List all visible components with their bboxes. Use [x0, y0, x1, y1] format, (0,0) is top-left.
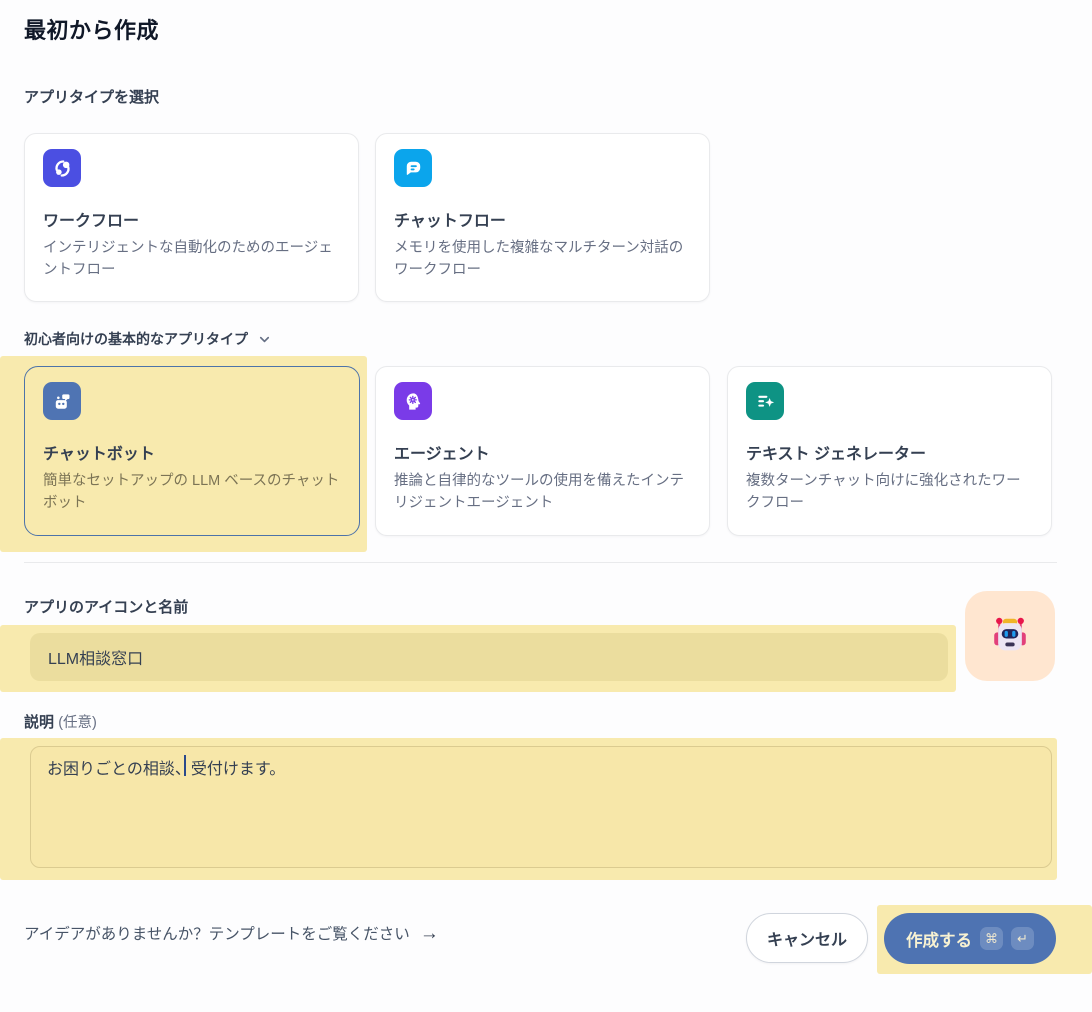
arrow-right-icon: →	[420, 924, 439, 943]
card-chatflow[interactable]: チャットフロー メモリを使用した複雑なマルチターン対話のワークフロー	[375, 133, 710, 302]
text-generator-icon	[746, 382, 784, 420]
app-name-input[interactable]	[30, 633, 948, 681]
agent-icon	[394, 382, 432, 420]
create-button[interactable]: 作成する ⌘ ↵	[884, 913, 1056, 964]
card-agent[interactable]: エージェント 推論と自律的なツールの使用を備えたインテリジェントエージェント	[375, 366, 710, 536]
card-description: 簡単なセットアップの LLM ベースのチャットボット	[43, 470, 341, 515]
enter-key-icon: ↵	[1011, 927, 1034, 950]
cancel-button-label: キャンセル	[767, 926, 847, 950]
cancel-button[interactable]: キャンセル	[746, 913, 868, 963]
card-description: 複数ターンチャット向けに強化されたワークフロー	[746, 470, 1033, 515]
card-text-generator[interactable]: テキスト ジェネレーター 複数ターンチャット向けに強化されたワークフロー	[727, 366, 1052, 536]
create-button-label: 作成する	[906, 927, 972, 951]
card-title: チャットボット	[43, 440, 341, 464]
card-title: テキスト ジェネレーター	[746, 440, 1033, 464]
description-label: 説明	[24, 714, 54, 731]
card-description: メモリを使用した複雑なマルチターン対話のワークフロー	[394, 237, 691, 282]
chatflow-icon	[394, 149, 432, 187]
description-section-label: 説明 (任意)	[24, 711, 97, 732]
robot-emoji-icon	[977, 603, 1043, 669]
page-title: 最初から作成	[24, 13, 159, 45]
card-description: インテリジェントな自動化のためのエージェントフロー	[43, 237, 340, 282]
description-optional-label: (任意)	[58, 715, 97, 731]
card-chatbot-selected[interactable]: チャットボット 簡単なセットアップの LLM ベースのチャットボット	[24, 366, 360, 536]
card-description: 推論と自律的なツールの使用を備えたインテリジェントエージェント	[394, 470, 691, 515]
chevron-down-icon	[257, 332, 272, 347]
browse-templates-link[interactable]: アイデアがありませんか？テンプレートをご覧ください →	[24, 922, 439, 944]
card-title: チャットフロー	[394, 207, 691, 231]
text-cursor	[184, 755, 186, 776]
card-title: エージェント	[394, 440, 691, 464]
card-workflow[interactable]: ワークフロー インテリジェントな自動化のためのエージェントフロー	[24, 133, 359, 302]
chatbot-icon	[43, 382, 81, 420]
app-avatar-robot-emoji[interactable]	[965, 591, 1055, 681]
section-divider	[24, 562, 1057, 563]
beginner-app-types-label: 初心者向けの基本的なアプリタイプ	[24, 329, 248, 349]
workflow-icon	[43, 149, 81, 187]
command-key-icon: ⌘	[980, 927, 1003, 950]
browse-templates-text: アイデアがありませんか？テンプレートをご覧ください	[24, 922, 410, 944]
card-title: ワークフロー	[43, 207, 340, 231]
app-name-section-label: アプリのアイコンと名前	[24, 596, 188, 617]
app-type-section-label: アプリタイプを選択	[24, 86, 159, 107]
beginner-app-types-toggle[interactable]: 初心者向けの基本的なアプリタイプ	[24, 329, 272, 349]
